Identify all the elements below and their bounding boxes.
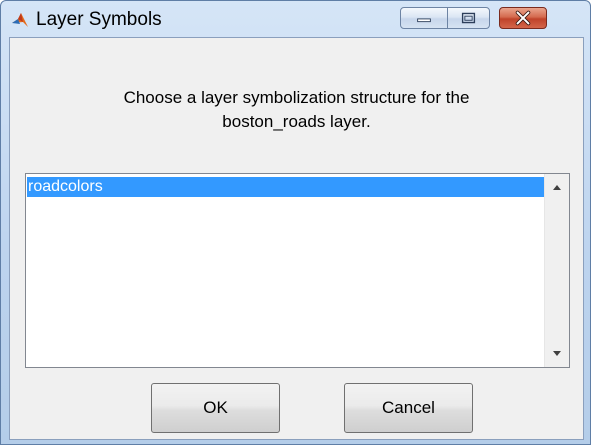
list-item[interactable]: roadcolors xyxy=(27,177,546,197)
maximize-button[interactable] xyxy=(447,7,490,29)
scroll-up-icon xyxy=(553,185,561,190)
close-icon xyxy=(515,10,531,26)
minimize-button[interactable] xyxy=(400,7,448,29)
vertical-scrollbar[interactable] xyxy=(544,174,569,367)
cancel-button[interactable]: Cancel xyxy=(344,383,473,433)
close-button[interactable] xyxy=(499,7,547,29)
list-item-label: roadcolors xyxy=(28,178,103,195)
layer-symbols-dialog: Layer Symbols Choose a layer symbolizati… xyxy=(0,0,591,445)
scroll-down-button[interactable] xyxy=(545,343,569,363)
symbolization-listbox[interactable]: roadcolors xyxy=(25,173,570,368)
scroll-down-icon xyxy=(553,351,561,356)
minimize-icon xyxy=(417,18,431,23)
window-title: Layer Symbols xyxy=(36,9,162,30)
title-bar[interactable]: Layer Symbols xyxy=(1,1,590,37)
matlab-logo-icon xyxy=(11,12,29,28)
maximize-icon xyxy=(461,12,476,24)
prompt-line-2: boston_roads layer. xyxy=(222,112,371,131)
ok-button[interactable]: OK xyxy=(151,383,280,433)
scroll-up-button[interactable] xyxy=(545,178,569,198)
dialog-prompt: Choose a layer symbolization structure f… xyxy=(10,86,583,134)
prompt-line-1: Choose a layer symbolization structure f… xyxy=(123,88,470,107)
